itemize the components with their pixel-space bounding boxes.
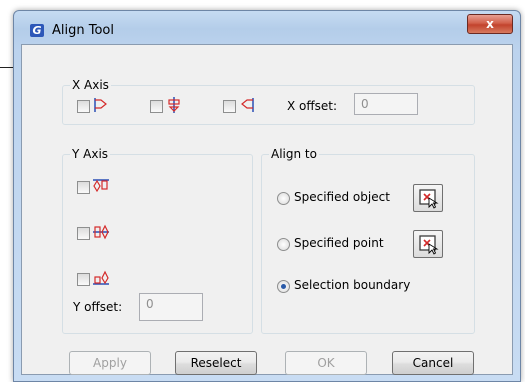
- pick-object-icon: [419, 189, 439, 209]
- y-offset-label: Y offset:: [73, 300, 123, 314]
- x-align-left-checkbox[interactable]: [77, 100, 90, 113]
- title-bar[interactable]: G Align Tool x: [14, 11, 520, 41]
- app-logo-icon: G: [30, 24, 44, 37]
- x-offset-input[interactable]: 0: [354, 93, 418, 115]
- x-align-right-checkbox[interactable]: [223, 100, 236, 113]
- pick-point-button[interactable]: [413, 230, 443, 258]
- x-offset-label: X offset:: [287, 99, 338, 113]
- cancel-button[interactable]: Cancel: [392, 351, 474, 375]
- pick-point-icon: [419, 235, 439, 255]
- specified-point-label[interactable]: Specified point: [294, 236, 384, 250]
- y-align-bottom-checkbox[interactable]: [77, 273, 90, 286]
- x-axis-group: X Axis X offset: 0: [62, 78, 475, 125]
- y-offset-input[interactable]: 0: [139, 293, 203, 321]
- specified-object-radio[interactable]: [277, 192, 290, 205]
- align-to-group: Align to Specified object Specified poin…: [261, 147, 475, 334]
- selection-boundary-radio[interactable]: [277, 280, 290, 293]
- selection-boundary-label[interactable]: Selection boundary: [294, 278, 410, 292]
- apply-button[interactable]: Apply: [69, 351, 151, 375]
- dialog-body: X Axis X offset: 0 Y Axis Y offset: 0 Al…: [21, 44, 513, 375]
- align-top-icon[interactable]: [93, 178, 109, 194]
- reselect-button[interactable]: Reselect: [175, 351, 257, 375]
- y-axis-group: Y Axis Y offset: 0: [62, 147, 253, 334]
- radio-selected-dot: [281, 284, 286, 289]
- x-axis-label: X Axis: [70, 78, 111, 92]
- x-align-center-checkbox[interactable]: [150, 100, 163, 113]
- specified-point-radio[interactable]: [277, 238, 290, 251]
- align-center-horizontal-icon[interactable]: [93, 224, 109, 240]
- y-axis-label: Y Axis: [70, 147, 111, 161]
- align-center-vertical-icon[interactable]: [166, 97, 182, 113]
- align-bottom-icon[interactable]: [93, 270, 109, 286]
- align-right-icon[interactable]: [239, 97, 255, 113]
- ok-button[interactable]: OK: [285, 351, 367, 375]
- y-align-top-checkbox[interactable]: [77, 181, 90, 194]
- align-tool-dialog: G Align Tool x X Axis X offset: 0 Y Axis…: [13, 10, 521, 382]
- close-button[interactable]: x: [467, 14, 513, 34]
- align-to-label: Align to: [269, 147, 319, 161]
- pick-object-button[interactable]: [413, 184, 443, 212]
- specified-object-label[interactable]: Specified object: [294, 190, 390, 204]
- window-title: Align Tool: [52, 23, 114, 38]
- y-align-center-checkbox[interactable]: [77, 227, 90, 240]
- align-left-icon[interactable]: [93, 97, 109, 113]
